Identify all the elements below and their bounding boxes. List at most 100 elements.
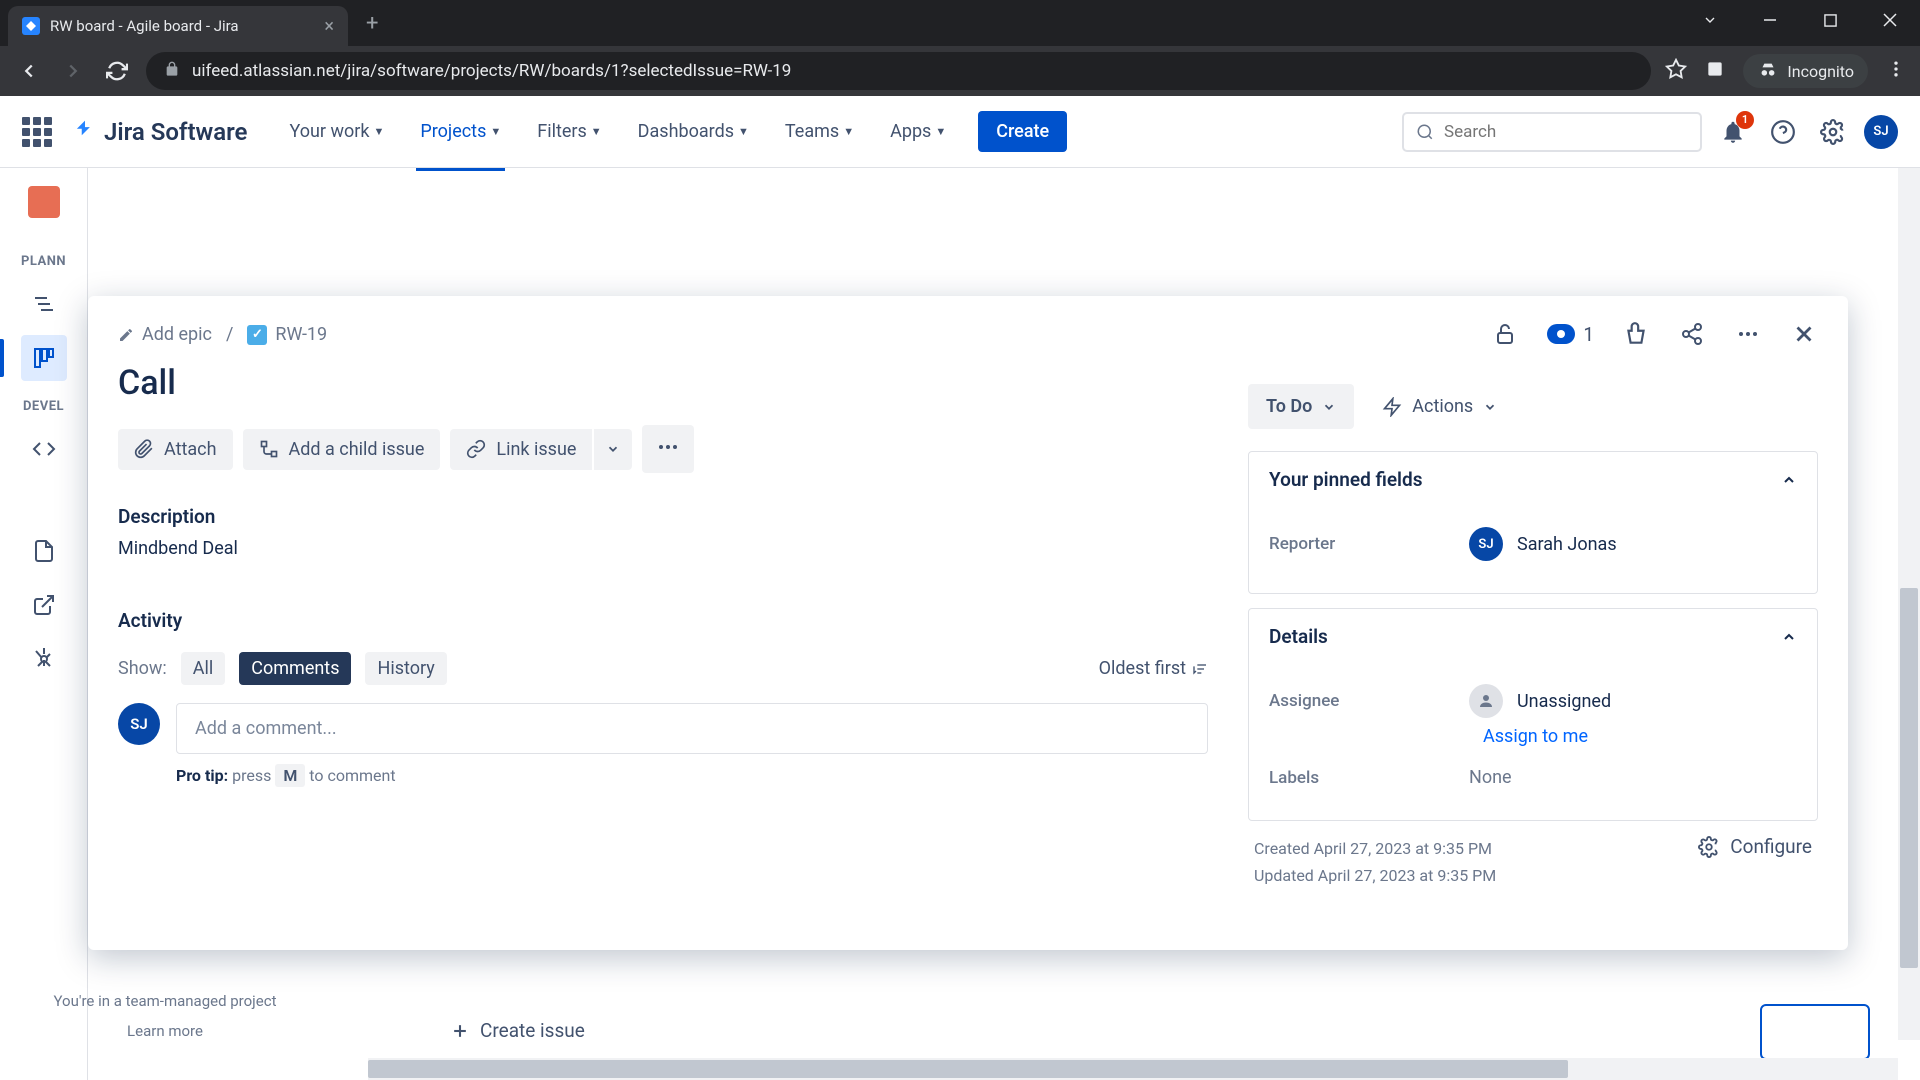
dev-label: DEVEL [23, 399, 64, 414]
rail-pages-icon[interactable] [21, 528, 67, 574]
lightning-icon [1382, 397, 1402, 417]
add-child-button[interactable]: Add a child issue [243, 429, 441, 470]
assignee-value[interactable]: Unassigned [1469, 684, 1611, 718]
bookmark-icon[interactable] [1665, 58, 1687, 84]
settings-icon[interactable] [1814, 113, 1852, 151]
scrollbar-vertical[interactable] [1898, 168, 1920, 1040]
create-issue-button[interactable]: Create issue [440, 1009, 595, 1052]
learn-more-link[interactable]: Learn more [20, 1022, 310, 1040]
watch-button[interactable]: 1 [1547, 323, 1594, 346]
rail-board-icon[interactable] [21, 335, 67, 381]
vote-icon[interactable] [1622, 320, 1650, 348]
close-modal-icon[interactable] [1790, 320, 1818, 348]
user-avatar[interactable]: SJ [1864, 115, 1898, 149]
browser-tab[interactable]: RW board - Agile board - Jira × [8, 6, 348, 46]
comment-input[interactable]: Add a comment... [176, 703, 1208, 754]
chevron-down-icon: ▼ [843, 125, 854, 138]
configure-button[interactable]: Configure [1698, 835, 1812, 858]
tab-history[interactable]: History [365, 652, 446, 685]
tab-close-icon[interactable]: × [324, 16, 334, 37]
sort-icon [1192, 661, 1208, 677]
tab-all[interactable]: All [181, 652, 226, 685]
maximize-button[interactable] [1800, 0, 1860, 40]
rail-settings-icon[interactable] [21, 636, 67, 682]
notification-badge: 1 [1736, 111, 1754, 129]
chevron-down-icon: ▼ [591, 125, 602, 138]
new-tab-button[interactable]: + [366, 11, 378, 36]
chevron-down-icon: ▼ [490, 125, 501, 138]
nav-dashboards[interactable]: Dashboards▼ [626, 113, 761, 150]
extensions-icon[interactable] [1705, 59, 1725, 83]
forward-button[interactable] [58, 56, 88, 86]
attach-button[interactable]: Attach [118, 429, 233, 470]
nav-your-work[interactable]: Your work▼ [277, 113, 396, 150]
link-dropdown-button[interactable] [592, 429, 632, 470]
more-actions-icon[interactable] [1734, 320, 1762, 348]
chevron-down-icon [1322, 400, 1336, 414]
browser-menu-icon[interactable] [1886, 59, 1906, 83]
add-epic-button[interactable]: Add epic [118, 324, 212, 345]
chevron-down-icon [1483, 400, 1497, 414]
lock-icon[interactable] [1491, 320, 1519, 348]
create-button[interactable]: Create [978, 111, 1067, 152]
description-text[interactable]: Mindbend Deal [118, 538, 1208, 559]
app-switcher-icon[interactable] [22, 117, 52, 147]
status-dropdown[interactable]: To Do [1248, 384, 1354, 429]
help-widget[interactable] [1760, 1004, 1870, 1060]
nav-filters[interactable]: Filters▼ [525, 113, 613, 150]
gear-icon [1698, 836, 1720, 858]
child-issue-icon [259, 439, 279, 459]
project-avatar[interactable] [28, 186, 60, 218]
reporter-value[interactable]: SJ Sarah Jonas [1469, 527, 1617, 561]
description-label: Description [118, 505, 1208, 528]
chevron-up-icon [1781, 472, 1797, 488]
help-icon[interactable] [1764, 113, 1802, 151]
link-issue-button[interactable]: Link issue [450, 429, 592, 470]
search-icon [1416, 123, 1434, 141]
ellipsis-icon [656, 435, 680, 459]
notifications-icon[interactable]: 1 [1714, 113, 1752, 151]
sort-button[interactable]: Oldest first [1099, 658, 1208, 679]
tab-search-icon[interactable] [1680, 0, 1740, 40]
minimize-button[interactable] [1740, 0, 1800, 40]
labels-value[interactable]: None [1469, 767, 1512, 788]
incognito-badge[interactable]: Incognito [1743, 54, 1868, 88]
url-text: uifeed.atlassian.net/jira/software/proje… [192, 61, 791, 81]
more-actions-button[interactable] [642, 425, 694, 473]
planning-label: PLANN [21, 254, 66, 269]
comment-avatar: SJ [118, 703, 160, 745]
search-box[interactable] [1402, 112, 1702, 152]
assign-to-me-link[interactable]: Assign to me [1483, 726, 1797, 747]
pinned-header[interactable]: Your pinned fields [1249, 452, 1817, 507]
scrollbar-horizontal[interactable] [368, 1058, 1898, 1080]
chevron-down-icon [606, 442, 620, 456]
jira-logo[interactable]: Jira Software [72, 118, 247, 146]
close-window-button[interactable] [1860, 0, 1920, 40]
chevron-down-icon: ▼ [935, 125, 946, 138]
nav-projects[interactable]: Projects▼ [408, 113, 513, 150]
jira-top-nav: Jira Software Your work▼ Projects▼ Filte… [0, 96, 1920, 168]
pro-tip: Pro tip: press M to comment [176, 766, 1208, 785]
actions-dropdown[interactable]: Actions [1368, 384, 1511, 429]
breadcrumb: Add epic / ✓ RW-19 [118, 324, 1208, 345]
pencil-icon [118, 327, 134, 343]
address-bar[interactable]: uifeed.atlassian.net/jira/software/proje… [146, 52, 1651, 90]
nav-teams[interactable]: Teams▼ [773, 113, 866, 150]
issue-title[interactable]: Call [118, 363, 1208, 403]
rail-shortcut-icon[interactable] [21, 582, 67, 628]
jira-favicon [22, 17, 40, 35]
incognito-icon [1757, 60, 1779, 82]
meta-dates: Created April 27, 2023 at 9:35 PM Update… [1254, 835, 1496, 889]
rail-code-icon[interactable] [21, 426, 67, 472]
reload-button[interactable] [102, 56, 132, 86]
details-header[interactable]: Details [1249, 609, 1817, 664]
nav-apps[interactable]: Apps▼ [878, 113, 958, 150]
share-icon[interactable] [1678, 320, 1706, 348]
back-button[interactable] [14, 56, 44, 86]
assignee-label: Assignee [1269, 691, 1469, 711]
issue-modal: 1 Add epic / ✓ RW-19 Call [88, 296, 1848, 950]
issue-key-link[interactable]: ✓ RW-19 [247, 324, 327, 345]
tab-comments[interactable]: Comments [239, 652, 351, 685]
search-input[interactable] [1444, 122, 1688, 142]
rail-timeline-icon[interactable] [21, 281, 67, 327]
